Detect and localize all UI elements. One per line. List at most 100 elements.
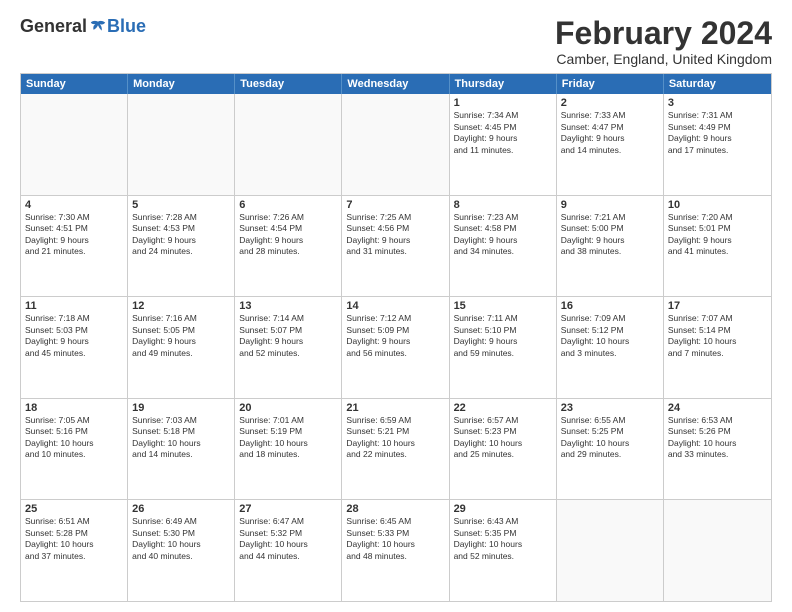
day-info: Sunrise: 7:07 AM Sunset: 5:14 PM Dayligh… <box>668 313 767 359</box>
day-info: Sunrise: 7:31 AM Sunset: 4:49 PM Dayligh… <box>668 110 767 156</box>
day-info: Sunrise: 6:59 AM Sunset: 5:21 PM Dayligh… <box>346 415 444 461</box>
calendar-cell <box>342 94 449 195</box>
day-info: Sunrise: 7:34 AM Sunset: 4:45 PM Dayligh… <box>454 110 552 156</box>
day-number: 4 <box>25 199 123 211</box>
calendar-cell <box>557 500 664 601</box>
calendar-cell: 24Sunrise: 6:53 AM Sunset: 5:26 PM Dayli… <box>664 399 771 500</box>
title-block: February 2024 Camber, England, United Ki… <box>555 16 772 67</box>
calendar-row: 18Sunrise: 7:05 AM Sunset: 5:16 PM Dayli… <box>21 399 771 501</box>
logo-text: General Blue <box>20 16 146 37</box>
day-info: Sunrise: 7:28 AM Sunset: 4:53 PM Dayligh… <box>132 212 230 258</box>
calendar-cell: 7Sunrise: 7:25 AM Sunset: 4:56 PM Daylig… <box>342 196 449 297</box>
day-number: 27 <box>239 503 337 515</box>
day-number: 29 <box>454 503 552 515</box>
calendar-cell: 9Sunrise: 7:21 AM Sunset: 5:00 PM Daylig… <box>557 196 664 297</box>
calendar-cell: 29Sunrise: 6:43 AM Sunset: 5:35 PM Dayli… <box>450 500 557 601</box>
day-number: 14 <box>346 300 444 312</box>
day-number: 15 <box>454 300 552 312</box>
calendar-cell: 27Sunrise: 6:47 AM Sunset: 5:32 PM Dayli… <box>235 500 342 601</box>
calendar-cell: 18Sunrise: 7:05 AM Sunset: 5:16 PM Dayli… <box>21 399 128 500</box>
calendar: SundayMondayTuesdayWednesdayThursdayFrid… <box>20 73 772 602</box>
calendar-cell: 10Sunrise: 7:20 AM Sunset: 5:01 PM Dayli… <box>664 196 771 297</box>
calendar-cell: 6Sunrise: 7:26 AM Sunset: 4:54 PM Daylig… <box>235 196 342 297</box>
day-info: Sunrise: 6:45 AM Sunset: 5:33 PM Dayligh… <box>346 516 444 562</box>
day-number: 11 <box>25 300 123 312</box>
day-number: 1 <box>454 97 552 109</box>
day-number: 23 <box>561 402 659 414</box>
calendar-cell: 2Sunrise: 7:33 AM Sunset: 4:47 PM Daylig… <box>557 94 664 195</box>
calendar-cell: 8Sunrise: 7:23 AM Sunset: 4:58 PM Daylig… <box>450 196 557 297</box>
logo: General Blue <box>20 16 146 37</box>
day-info: Sunrise: 7:12 AM Sunset: 5:09 PM Dayligh… <box>346 313 444 359</box>
calendar-cell: 25Sunrise: 6:51 AM Sunset: 5:28 PM Dayli… <box>21 500 128 601</box>
day-info: Sunrise: 7:14 AM Sunset: 5:07 PM Dayligh… <box>239 313 337 359</box>
day-number: 20 <box>239 402 337 414</box>
weekday-header-sunday: Sunday <box>21 74 128 94</box>
day-number: 8 <box>454 199 552 211</box>
calendar-cell: 13Sunrise: 7:14 AM Sunset: 5:07 PM Dayli… <box>235 297 342 398</box>
day-info: Sunrise: 7:30 AM Sunset: 4:51 PM Dayligh… <box>25 212 123 258</box>
calendar-body: 1Sunrise: 7:34 AM Sunset: 4:45 PM Daylig… <box>21 94 771 601</box>
calendar-cell: 23Sunrise: 6:55 AM Sunset: 5:25 PM Dayli… <box>557 399 664 500</box>
day-info: Sunrise: 6:51 AM Sunset: 5:28 PM Dayligh… <box>25 516 123 562</box>
calendar-row: 4Sunrise: 7:30 AM Sunset: 4:51 PM Daylig… <box>21 196 771 298</box>
weekday-header-friday: Friday <box>557 74 664 94</box>
calendar-cell <box>21 94 128 195</box>
weekday-header-saturday: Saturday <box>664 74 771 94</box>
calendar-cell: 11Sunrise: 7:18 AM Sunset: 5:03 PM Dayli… <box>21 297 128 398</box>
calendar-cell: 3Sunrise: 7:31 AM Sunset: 4:49 PM Daylig… <box>664 94 771 195</box>
day-number: 17 <box>668 300 767 312</box>
day-number: 3 <box>668 97 767 109</box>
day-number: 13 <box>239 300 337 312</box>
calendar-cell: 12Sunrise: 7:16 AM Sunset: 5:05 PM Dayli… <box>128 297 235 398</box>
page: General Blue February 2024 Camber, Engla… <box>0 0 792 612</box>
weekday-header-thursday: Thursday <box>450 74 557 94</box>
header: General Blue February 2024 Camber, Engla… <box>20 16 772 67</box>
calendar-cell: 26Sunrise: 6:49 AM Sunset: 5:30 PM Dayli… <box>128 500 235 601</box>
day-info: Sunrise: 7:01 AM Sunset: 5:19 PM Dayligh… <box>239 415 337 461</box>
weekday-header-monday: Monday <box>128 74 235 94</box>
calendar-row: 1Sunrise: 7:34 AM Sunset: 4:45 PM Daylig… <box>21 94 771 196</box>
day-info: Sunrise: 7:26 AM Sunset: 4:54 PM Dayligh… <box>239 212 337 258</box>
day-number: 9 <box>561 199 659 211</box>
calendar-cell: 4Sunrise: 7:30 AM Sunset: 4:51 PM Daylig… <box>21 196 128 297</box>
calendar-row: 11Sunrise: 7:18 AM Sunset: 5:03 PM Dayli… <box>21 297 771 399</box>
calendar-cell: 19Sunrise: 7:03 AM Sunset: 5:18 PM Dayli… <box>128 399 235 500</box>
day-number: 26 <box>132 503 230 515</box>
day-number: 19 <box>132 402 230 414</box>
day-info: Sunrise: 7:16 AM Sunset: 5:05 PM Dayligh… <box>132 313 230 359</box>
day-info: Sunrise: 7:25 AM Sunset: 4:56 PM Dayligh… <box>346 212 444 258</box>
day-info: Sunrise: 7:03 AM Sunset: 5:18 PM Dayligh… <box>132 415 230 461</box>
calendar-cell: 21Sunrise: 6:59 AM Sunset: 5:21 PM Dayli… <box>342 399 449 500</box>
calendar-row: 25Sunrise: 6:51 AM Sunset: 5:28 PM Dayli… <box>21 500 771 601</box>
day-info: Sunrise: 7:05 AM Sunset: 5:16 PM Dayligh… <box>25 415 123 461</box>
day-info: Sunrise: 7:33 AM Sunset: 4:47 PM Dayligh… <box>561 110 659 156</box>
day-number: 24 <box>668 402 767 414</box>
day-info: Sunrise: 6:43 AM Sunset: 5:35 PM Dayligh… <box>454 516 552 562</box>
calendar-cell <box>128 94 235 195</box>
logo-bird-icon <box>89 18 107 36</box>
day-info: Sunrise: 6:55 AM Sunset: 5:25 PM Dayligh… <box>561 415 659 461</box>
calendar-cell: 14Sunrise: 7:12 AM Sunset: 5:09 PM Dayli… <box>342 297 449 398</box>
day-number: 18 <box>25 402 123 414</box>
day-info: Sunrise: 6:47 AM Sunset: 5:32 PM Dayligh… <box>239 516 337 562</box>
location: Camber, England, United Kingdom <box>555 51 772 67</box>
calendar-cell: 16Sunrise: 7:09 AM Sunset: 5:12 PM Dayli… <box>557 297 664 398</box>
month-title: February 2024 <box>555 16 772 51</box>
day-number: 16 <box>561 300 659 312</box>
logo-general: General <box>20 16 87 37</box>
day-info: Sunrise: 6:57 AM Sunset: 5:23 PM Dayligh… <box>454 415 552 461</box>
calendar-cell: 20Sunrise: 7:01 AM Sunset: 5:19 PM Dayli… <box>235 399 342 500</box>
calendar-cell <box>664 500 771 601</box>
calendar-cell: 1Sunrise: 7:34 AM Sunset: 4:45 PM Daylig… <box>450 94 557 195</box>
day-number: 7 <box>346 199 444 211</box>
logo-blue: Blue <box>107 16 146 37</box>
calendar-cell: 15Sunrise: 7:11 AM Sunset: 5:10 PM Dayli… <box>450 297 557 398</box>
day-info: Sunrise: 6:49 AM Sunset: 5:30 PM Dayligh… <box>132 516 230 562</box>
day-number: 22 <box>454 402 552 414</box>
weekday-header-tuesday: Tuesday <box>235 74 342 94</box>
day-info: Sunrise: 7:21 AM Sunset: 5:00 PM Dayligh… <box>561 212 659 258</box>
calendar-cell: 5Sunrise: 7:28 AM Sunset: 4:53 PM Daylig… <box>128 196 235 297</box>
day-number: 28 <box>346 503 444 515</box>
day-info: Sunrise: 7:11 AM Sunset: 5:10 PM Dayligh… <box>454 313 552 359</box>
